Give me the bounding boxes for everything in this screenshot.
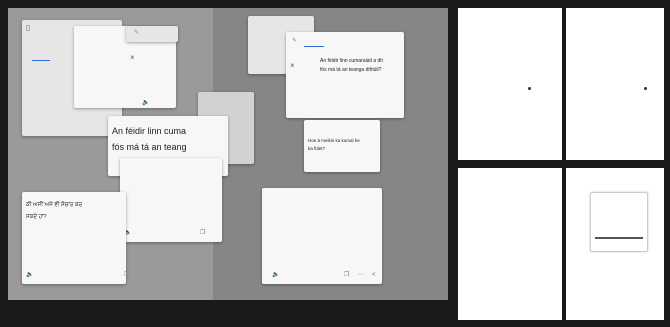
panel-bottom-right	[566, 168, 664, 320]
close-icon[interactable]: ×	[130, 54, 135, 62]
translation-card-bottom-left[interactable]: ਕੀ ਅਸੀਂ ਅਜੇ ਵੀ ਸੰਚਾਰ ਕਰ ਸਕਦੇ ਹਾਂ? 🔈 ❐	[22, 192, 126, 284]
share-icon[interactable]: <	[372, 272, 376, 278]
indicator-dot	[528, 87, 531, 90]
card-target-text: ka fület?	[308, 146, 326, 151]
translation-card-center-small[interactable]: Hoe à meikin ka kumal he ka fület?	[304, 120, 380, 172]
speaker-icon[interactable]: 🔈	[272, 272, 279, 278]
collage-stage: ▯ < × 🔈 ✎ ✎ × An féidir linn cumarsáid a	[8, 8, 448, 300]
document-icon: ▯	[26, 23, 31, 32]
copy-icon[interactable]: ❐	[124, 272, 126, 278]
translation-card-top-right[interactable]: ✎ × An féidir linn cumarsáid a dh fós má…	[286, 32, 404, 118]
edit-icon[interactable]: ✎	[134, 30, 139, 36]
card-source-text: An féidir linn cumarsáid a dh	[320, 58, 384, 64]
panel-bottom-left	[458, 168, 562, 320]
card-target-text: ਸਕਦੇ ਹਾਂ?	[26, 214, 47, 220]
copy-icon[interactable]: ❐	[200, 230, 205, 236]
tab-underline	[304, 46, 324, 47]
edit-icon[interactable]: ✎	[292, 38, 297, 44]
speaker-icon[interactable]: 🔈	[26, 272, 33, 278]
translation-card-top-strip[interactable]: ✎	[126, 26, 178, 42]
indicator-dot	[644, 87, 647, 90]
close-icon[interactable]: ×	[290, 62, 295, 70]
translation-card-script[interactable]: 🔈 ❐	[120, 158, 222, 242]
speaker-icon[interactable]: 🔈	[142, 100, 149, 106]
card-target-text: fós má tá an teanga difriúil?	[320, 67, 382, 73]
mini-card-bar	[595, 237, 643, 239]
translation-card-right-script[interactable]: 🔈 ❐ ⋯ <	[262, 188, 382, 284]
copy-icon[interactable]: ❐	[344, 272, 349, 278]
tab-underline	[32, 60, 50, 61]
card-source-text: An féidir linn cuma	[112, 126, 187, 136]
panel-top-left	[458, 8, 562, 160]
card-target-text: fós má tá an teang	[112, 142, 187, 152]
card-source-text: Hoe à meikin ka kumal he	[308, 138, 360, 143]
panel-top-right	[566, 8, 664, 160]
mini-translate-card	[590, 192, 648, 252]
tune-icon[interactable]: ⋯	[358, 272, 364, 278]
card-source-text: ਕੀ ਅਸੀਂ ਅਜੇ ਵੀ ਸੰਚਾਰ ਕਰ	[26, 202, 83, 208]
